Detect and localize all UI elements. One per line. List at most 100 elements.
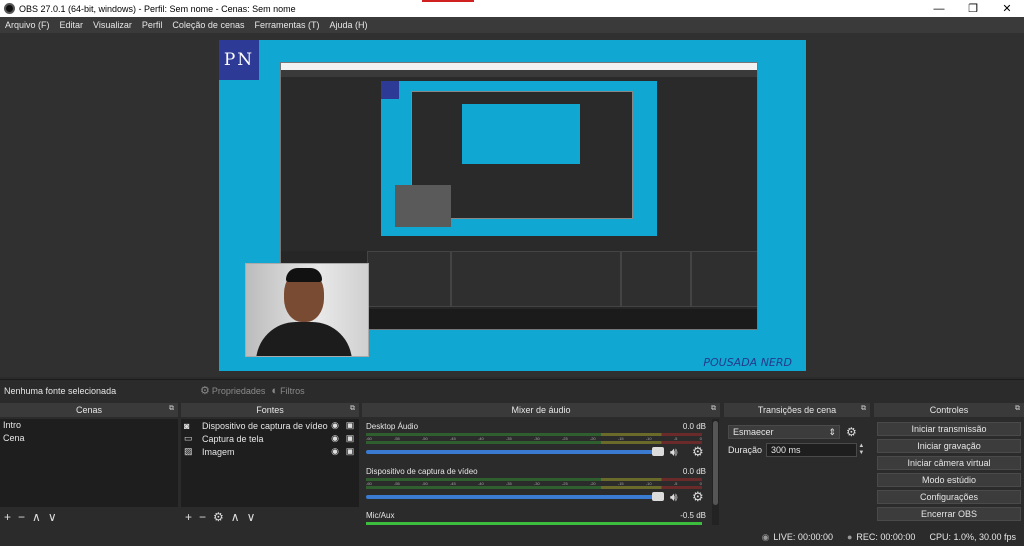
start-recording-button[interactable]: Iniciar gravação [877,439,1021,453]
controls-dock: Controles ⧉ Iniciar transmissão Iniciar … [874,403,1024,526]
remove-scene-button[interactable]: − [18,511,25,523]
sources-dock: Fontes ⧉ ◙ Dispositivo de captura de víd… [181,403,359,526]
menu-perfil[interactable]: Perfil [142,20,163,30]
float-icon[interactable]: ⧉ [861,405,866,413]
monitor-icon: ▭ [184,433,193,443]
scene-item-cena[interactable]: Cena [0,432,178,445]
menu-ajuda[interactable]: Ajuda (H) [329,20,367,30]
brand-text: POUSADA NERD [703,356,792,369]
mixer-channel: Dispositivo de captura de vídeo 0.0 dB -… [362,465,710,511]
duration-input[interactable]: 300 ms [766,443,857,457]
source-item[interactable]: ◙ Dispositivo de captura de vídeo ◉ ▣ [181,419,359,432]
level-meter [366,522,702,525]
start-virtual-camera-button[interactable]: Iniciar câmera virtual [877,456,1021,470]
start-streaming-button[interactable]: Iniciar transmissão [877,422,1021,436]
speaker-icon[interactable]: 🔊︎ [670,490,678,505]
remove-source-button[interactable]: − [199,511,206,523]
sources-title: Fontes [256,405,284,415]
close-button[interactable]: ✕ [990,0,1024,17]
settings-button[interactable]: Configurações [877,490,1021,504]
source-item[interactable]: ▨ Imagem ◉ ▣ [181,445,359,458]
minimize-button[interactable]: — [922,0,956,17]
exit-button[interactable]: Encerrar OBS [877,507,1021,521]
window-title: OBS 27.0.1 (64-bit, windows) - Perfil: S… [19,3,296,14]
gear-icon: ⚙ [200,385,210,397]
add-scene-button[interactable]: + [4,511,11,523]
channel-name: Mic/Aux [366,511,395,520]
cpu-status: CPU: 1.0%, 30.00 fps [929,532,1016,542]
float-icon[interactable]: ⧉ [711,405,716,413]
lock-icon[interactable]: ▣ [344,446,356,457]
gear-icon[interactable]: ⚙ [846,425,857,439]
volume-slider-handle[interactable] [652,492,664,501]
mixer-channel: Desktop Áudio 0.0 dB -60 -55 -50 -45 -40 -35-… [362,420,710,466]
lock-icon[interactable]: ▣ [344,433,356,444]
maximize-button[interactable]: ❐ [956,0,990,17]
menu-colecao-cenas[interactable]: Coleção de cenas [172,20,244,30]
scenes-title: Cenas [75,405,102,415]
channel-name: Dispositivo de captura de vídeo [366,467,478,476]
live-status: ◉ LIVE: 00:00:00 [761,531,833,543]
filters-button[interactable]: ◐ Filtros [271,385,304,397]
float-icon[interactable]: ⧉ [1015,405,1020,413]
transition-select[interactable]: Esmaecer ⇕ [728,425,840,439]
add-source-button[interactable]: + [185,511,192,523]
title-bar: OBS 27.0.1 (64-bit, windows) - Perfil: S… [0,0,1024,17]
eye-icon[interactable]: ◉ [329,433,341,444]
float-icon[interactable]: ⧉ [350,405,355,413]
speaker-icon[interactable]: 🔊︎ [670,445,678,460]
mixer-title: Mixer de áudio [511,405,571,415]
broadcast-icon: ◉ [761,531,770,542]
transitions-dock: Transições de cena ⧉ Esmaecer ⇕ ⚙ Duraçã… [724,403,870,526]
channel-db: 0.0 dB [682,422,706,431]
level-meter [366,486,702,489]
webcam-feed [245,263,369,357]
status-bar: ◉ LIVE: 00:00:00 ● REC: 00:00:00 CPU: 1.… [0,528,1024,546]
studio-mode-button[interactable]: Modo estúdio [877,473,1021,487]
obs-logo-icon [4,3,15,14]
title-accent [422,0,474,2]
move-down-button[interactable]: ∨ [247,511,256,523]
menu-editar[interactable]: Editar [60,20,84,30]
record-icon: ● [846,532,853,542]
level-meter [366,441,702,444]
controls-title: Controles [929,405,969,415]
filter-icon: ◐ [271,384,279,397]
properties-button[interactable]: ⚙ Propriedades [200,384,265,397]
move-down-button[interactable]: ∨ [48,511,57,523]
gear-icon[interactable]: ⚙ [692,489,704,505]
lock-icon[interactable]: ▣ [344,420,356,431]
volume-slider[interactable] [366,450,662,454]
mixer-channel: Mic/Aux -0.5 dB [362,509,710,525]
move-up-button[interactable]: ∧ [231,511,240,523]
scene-item-intro[interactable]: Intro [0,419,178,432]
move-up-button[interactable]: ∧ [32,511,41,523]
channel-db: 0.0 dB [682,467,706,476]
eye-icon[interactable]: ◉ [329,446,341,457]
volume-slider-handle[interactable] [652,447,664,456]
mixer-scrollbar[interactable] [712,419,719,525]
camera-icon: ◙ [184,420,190,431]
duration-stepper[interactable]: ▲ ▼ [857,443,866,457]
transitions-title: Transições de cena [757,405,837,415]
no-source-label: Nenhuma fonte selecionada [4,385,117,396]
rec-status: ● REC: 00:00:00 [846,532,916,542]
scenes-dock: Cenas ⧉ Intro Cena + − ∧ ∨ [0,403,178,526]
source-properties-button[interactable]: ⚙ [213,511,224,523]
pn-logo: PN [219,40,259,80]
scenes-list: Intro Cena [0,419,178,507]
channel-name: Desktop Áudio [366,422,419,431]
source-item[interactable]: ▭ Captura de tela ◉ ▣ [181,432,359,445]
sources-list: ◙ Dispositivo de captura de vídeo ◉ ▣ ▭ … [181,419,359,507]
menu-arquivo[interactable]: Arquivo (F) [5,20,50,30]
volume-slider[interactable] [366,495,662,499]
channel-db: -0.5 dB [680,511,706,520]
float-icon[interactable]: ⧉ [169,405,174,413]
gear-icon[interactable]: ⚙ [692,444,704,460]
preview-canvas[interactable]: PN POUSADA NERD [219,40,806,371]
image-icon: ▨ [184,446,193,456]
menu-bar: Arquivo (F) Editar Visualizar Perfil Col… [0,17,1024,33]
menu-ferramentas[interactable]: Ferramentas (T) [254,20,319,30]
eye-icon[interactable]: ◉ [329,420,341,431]
menu-visualizar[interactable]: Visualizar [93,20,132,30]
